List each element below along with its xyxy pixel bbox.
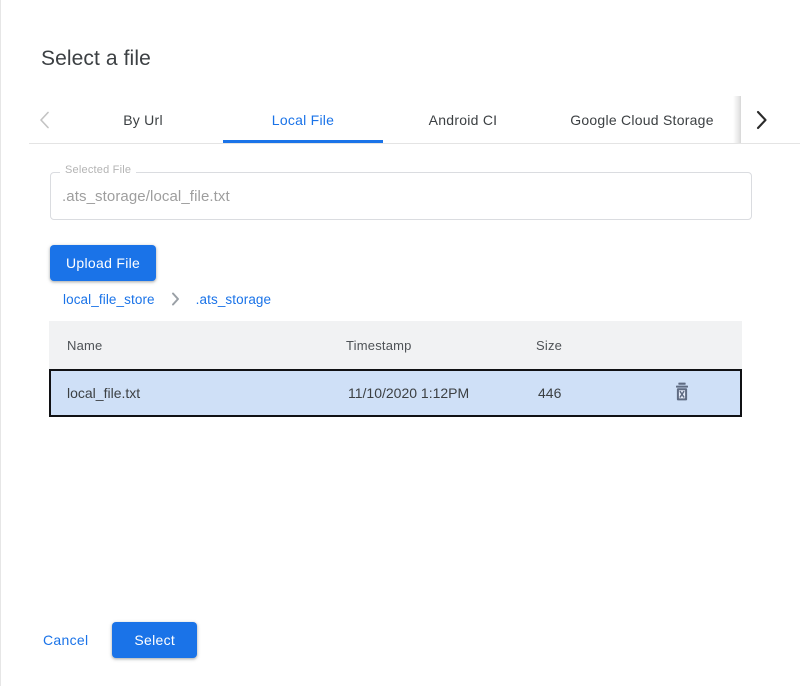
chevron-right-icon — [171, 292, 180, 306]
column-header-size: Size — [536, 338, 632, 353]
delete-file-button[interactable] — [670, 381, 694, 405]
tab-bar-underline — [29, 143, 800, 144]
select-file-dialog: Select a file By Url Local File Android … — [0, 0, 800, 686]
delete-trash-icon — [673, 382, 691, 405]
file-table: Name Timestamp Size local_file.txt 11/10… — [49, 321, 742, 417]
cell-actions — [634, 381, 740, 405]
table-row[interactable]: local_file.txt 11/10/2020 1:12PM 446 — [49, 369, 742, 417]
tab-label: Google Cloud Storage — [570, 112, 714, 128]
tab-bar: By Url Local File Android CI Google Clou… — [1, 96, 800, 144]
table-header-row: Name Timestamp Size — [49, 321, 742, 369]
dialog-footer: Cancel Select — [1, 614, 800, 666]
tab-local-file[interactable]: Local File — [223, 96, 383, 143]
select-button[interactable]: Select — [112, 622, 197, 658]
tab-list: By Url Local File Android CI Google Clou… — [63, 96, 741, 143]
chevron-right-icon — [755, 110, 768, 130]
tab-indicator — [223, 140, 383, 143]
selected-file-field[interactable]: Selected File .ats_storage/local_file.tx… — [50, 172, 752, 220]
tab-by-url[interactable]: By Url — [63, 96, 223, 143]
column-header-timestamp: Timestamp — [346, 338, 536, 353]
cell-name: local_file.txt — [51, 385, 348, 401]
tab-label: Android CI — [429, 112, 498, 128]
tab-google-cloud-storage[interactable]: Google Cloud Storage — [543, 96, 741, 143]
cell-timestamp: 11/10/2020 1:12PM — [348, 385, 538, 401]
breadcrumb-item-ats-storage[interactable]: .ats_storage — [196, 292, 272, 307]
selected-file-input[interactable]: .ats_storage/local_file.txt — [62, 172, 740, 220]
tab-scroll-right-button[interactable] — [741, 96, 781, 143]
chevron-left-icon — [39, 111, 50, 129]
tab-label: By Url — [123, 112, 163, 128]
tab-scroll-left-button[interactable] — [27, 96, 61, 143]
breadcrumb: local_file_store .ats_storage — [63, 290, 271, 308]
upload-file-button[interactable]: Upload File — [50, 245, 156, 281]
tab-android-ci[interactable]: Android CI — [383, 96, 543, 143]
breadcrumb-item-local-file-store[interactable]: local_file_store — [63, 292, 155, 307]
cancel-button[interactable]: Cancel — [31, 622, 100, 658]
column-header-name: Name — [49, 338, 346, 353]
cell-size: 446 — [538, 385, 634, 401]
dialog-title: Select a file — [41, 45, 151, 73]
tab-label: Local File — [272, 112, 334, 128]
